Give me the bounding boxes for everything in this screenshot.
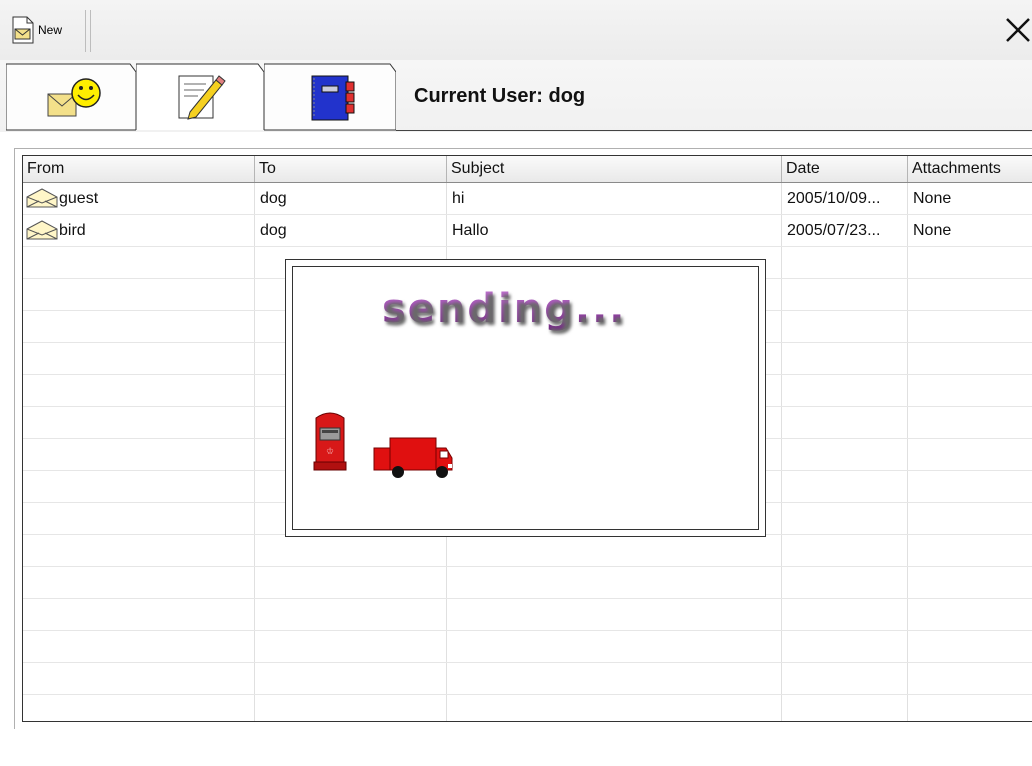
table-row[interactable]: bird dog Hallo 2005/07/23... None — [23, 215, 1032, 247]
tab-address-book[interactable] — [264, 62, 396, 131]
new-mail-icon — [12, 16, 34, 44]
new-label: New — [38, 23, 63, 37]
new-message-button[interactable]: New — [11, 16, 62, 44]
column-header-attachments[interactable]: Attachments — [908, 156, 1032, 182]
cell-from: bird — [23, 215, 255, 246]
from-text: guest — [59, 190, 99, 207]
table-header: From To Subject Date Attachments — [23, 156, 1032, 183]
envelope-smiley-icon — [47, 78, 101, 117]
column-header-subject[interactable]: Subject — [447, 156, 782, 182]
from-text: bird — [59, 222, 86, 239]
notepad-pencil-icon — [178, 75, 226, 120]
cell-attachments: None — [908, 215, 1032, 246]
cell-subject: hi — [447, 183, 782, 214]
delivery-truck-icon — [373, 437, 453, 478]
current-user-label: Current User: dog — [414, 85, 586, 107]
address-book-icon — [311, 75, 355, 121]
sending-text: sending... — [382, 286, 627, 332]
tab-compose[interactable] — [136, 62, 264, 130]
column-header-date[interactable]: Date — [782, 156, 908, 182]
cell-from: guest — [23, 183, 255, 214]
postbox-icon: ♔ — [313, 412, 347, 471]
column-header-to[interactable]: To — [255, 156, 447, 182]
close-button[interactable] — [1004, 14, 1032, 46]
empty-row — [23, 631, 1032, 663]
toolbar-separator — [85, 10, 91, 52]
empty-row — [23, 599, 1032, 631]
empty-row — [23, 535, 1032, 567]
envelope-icon — [26, 220, 58, 240]
empty-row — [23, 567, 1032, 599]
cell-attachments: None — [908, 183, 1032, 214]
svg-text:♔: ♔ — [326, 447, 334, 457]
toolbar: New — [0, 0, 1032, 60]
cell-to: dog — [255, 183, 447, 214]
tab-baseline — [396, 130, 1032, 131]
cell-date: 2005/10/09... — [782, 183, 908, 214]
close-icon — [1006, 18, 1030, 42]
table-row[interactable]: guest dog hi 2005/10/09... None — [23, 183, 1032, 215]
cell-to: dog — [255, 215, 447, 246]
cell-subject: Hallo — [447, 215, 782, 246]
sending-dialog: sending... ♔ — [285, 259, 766, 537]
envelope-icon — [26, 188, 58, 208]
tab-inbox[interactable] — [6, 62, 136, 131]
column-header-from[interactable]: From — [23, 156, 255, 182]
empty-row — [23, 695, 1032, 721]
empty-row — [23, 663, 1032, 695]
cell-date: 2005/07/23... — [782, 215, 908, 246]
